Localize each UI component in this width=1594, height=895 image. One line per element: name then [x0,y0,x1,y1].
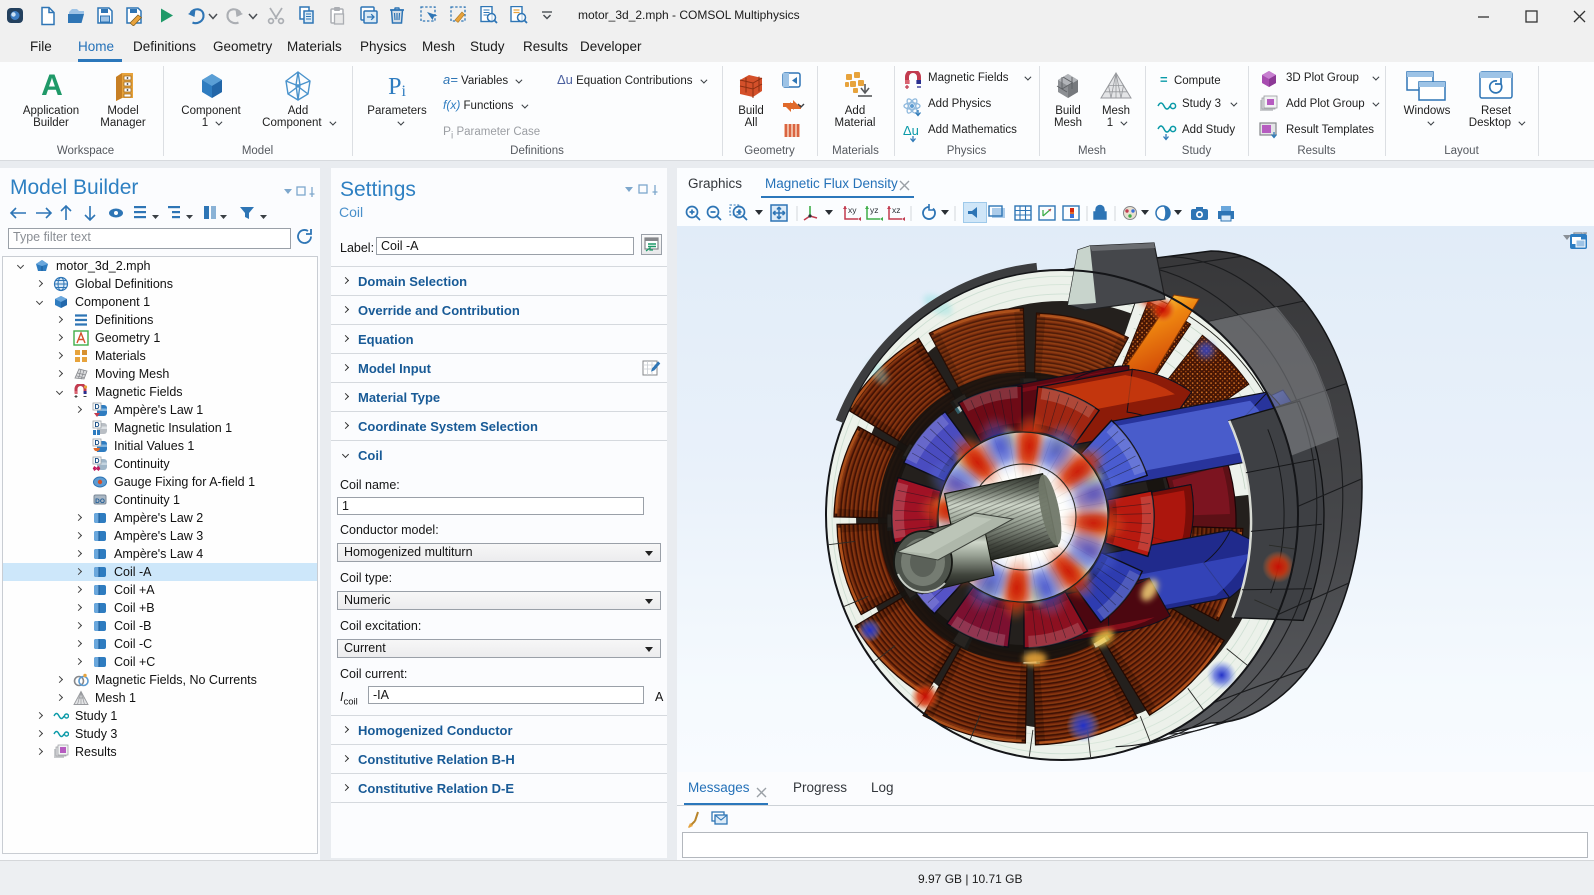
svg-text:xy: xy [848,205,857,215]
svg-text:yz: yz [870,205,879,215]
svg-text:A: A [41,70,63,102]
svg-text:Δu: Δu [903,123,919,138]
svg-text:Pi: Pi [388,74,406,100]
svg-text:xz: xz [892,205,901,215]
